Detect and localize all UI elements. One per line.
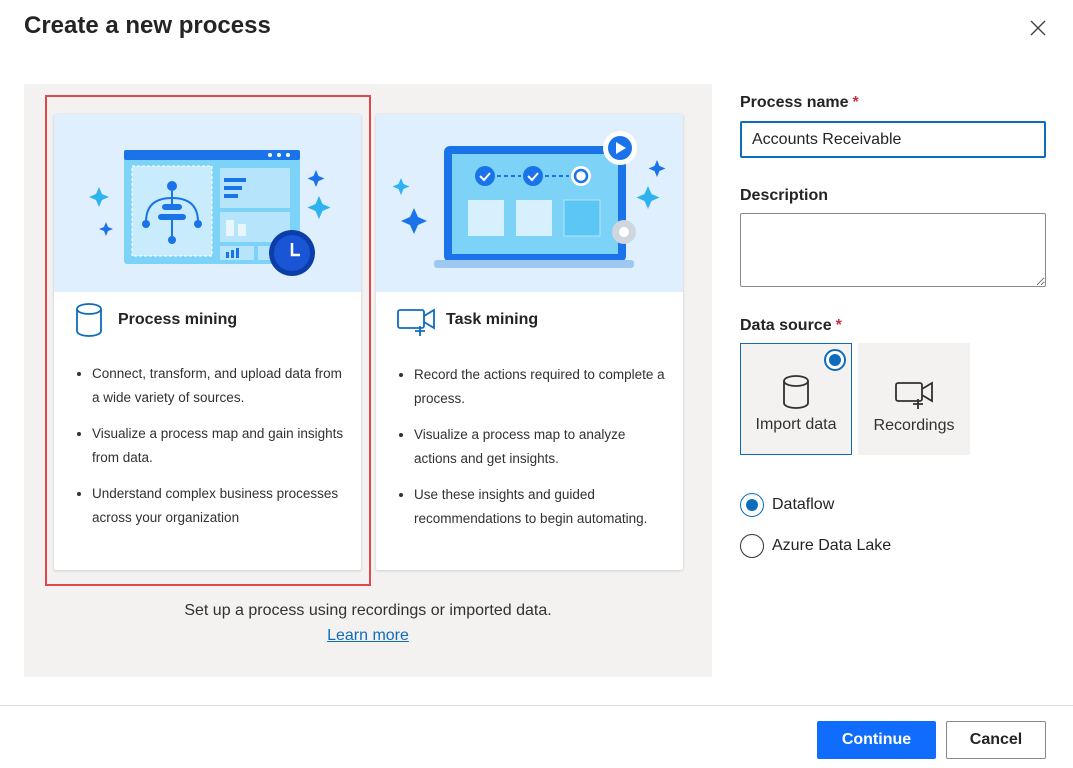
recordings-label: Recordings (873, 417, 955, 434)
cancel-button[interactable]: Cancel (946, 721, 1046, 759)
process-name-label: Process name * (740, 94, 859, 112)
process-mining-header: Process mining (74, 302, 237, 338)
radio-selected-dot (746, 499, 758, 511)
dialog-title: Create a new process (24, 12, 271, 39)
list-item: Visualize a process map and gain insight… (92, 422, 345, 470)
data-source-label-text: Data source (740, 317, 832, 334)
task-mining-illustration (376, 114, 683, 292)
process-mining-title: Process mining (118, 311, 238, 328)
database-icon (76, 303, 102, 337)
azure-data-lake-radio[interactable] (740, 534, 764, 558)
process-type-panel: Process mining Connect, transform, and u… (24, 84, 712, 677)
description-input[interactable] (740, 213, 1046, 287)
radio-selected-dot (829, 354, 841, 366)
import-data-tile[interactable]: Import data (740, 343, 852, 455)
close-icon (1030, 20, 1046, 36)
import-data-label: Import data (755, 416, 837, 433)
database-icon (783, 375, 809, 409)
recordings-tile[interactable]: Recordings (858, 343, 970, 455)
video-camera-add-icon (397, 308, 435, 336)
task-mining-header: Task mining (396, 302, 538, 338)
required-mark: * (835, 317, 842, 334)
list-item: Use these insights and guided recommenda… (414, 483, 667, 531)
process-mining-bullets: Connect, transform, and upload data from… (92, 362, 345, 542)
azure-data-lake-option[interactable]: Azure Data Lake (740, 534, 891, 558)
footer-divider (0, 705, 1073, 706)
continue-button[interactable]: Continue (817, 721, 936, 759)
panel-footer-text: Set up a process using recordings or imp… (184, 602, 552, 619)
list-item: Visualize a process map to analyze actio… (414, 423, 667, 471)
task-mining-title: Task mining (446, 311, 539, 328)
required-mark: * (852, 94, 859, 111)
task-mining-bullets: Record the actions required to complete … (414, 363, 667, 543)
list-item: Connect, transform, and upload data from… (92, 362, 345, 410)
list-item: Understand complex business processes ac… (92, 482, 345, 530)
process-mining-card[interactable]: Process mining Connect, transform, and u… (54, 114, 361, 570)
description-label: Description (740, 187, 829, 204)
learn-more-link[interactable]: Learn more (327, 627, 409, 644)
import-data-radio[interactable] (824, 349, 846, 371)
video-camera-add-icon (895, 381, 933, 409)
dataflow-radio[interactable] (740, 493, 764, 517)
process-mining-illustration (54, 114, 361, 292)
process-name-input[interactable] (740, 121, 1046, 158)
close-button[interactable] (1024, 14, 1052, 42)
list-item: Record the actions required to complete … (414, 363, 667, 411)
data-source-label: Data source * (740, 317, 842, 335)
dataflow-option[interactable]: Dataflow (740, 493, 834, 517)
task-mining-card[interactable]: Task mining Record the actions required … (376, 114, 683, 570)
dataflow-label: Dataflow (772, 496, 835, 513)
process-name-label-text: Process name (740, 94, 849, 111)
azure-data-lake-label: Azure Data Lake (772, 537, 892, 554)
